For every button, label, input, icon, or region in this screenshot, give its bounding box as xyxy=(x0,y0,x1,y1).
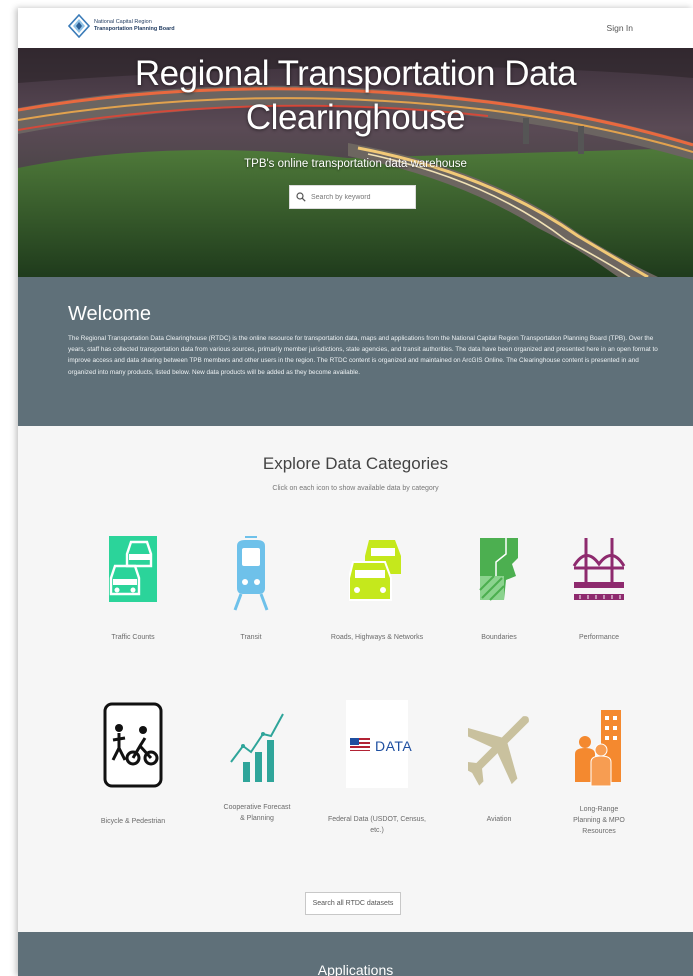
category-long-range-planning[interactable]: Long-Range Planning & MPO Resources xyxy=(544,706,654,837)
welcome-heading: Welcome xyxy=(68,303,151,325)
logo-line2: Transportation Planning Board xyxy=(94,26,175,32)
welcome-body: The Regional Transportation Data Clearin… xyxy=(68,335,658,376)
top-bar: National Capital Region Transportation P… xyxy=(18,8,693,48)
explore-subtitle: Click on each icon to show available dat… xyxy=(272,485,439,492)
category-label: Performance xyxy=(578,634,620,641)
aviation-icon xyxy=(468,716,529,786)
explore-title: Explore Data Categories xyxy=(262,454,449,473)
roads-icon xyxy=(349,540,401,601)
tpb-logo[interactable]: National Capital Region Transportation P… xyxy=(68,14,175,38)
transit-icon xyxy=(233,536,269,611)
category-boundaries[interactable]: Boundaries xyxy=(444,536,554,643)
category-label: Aviation xyxy=(486,816,512,823)
category-transit[interactable]: Transit xyxy=(196,536,306,643)
search-all-datasets-button[interactable]: Search all RTDC datasets xyxy=(305,892,401,915)
hero-banner: Regional Transportation Data Clearinghou… xyxy=(18,48,693,277)
page: National Capital Region Transportation P… xyxy=(18,8,693,976)
search-input[interactable] xyxy=(311,193,411,201)
category-label: Roads, Highways & Networks xyxy=(330,634,424,641)
category-label: Bicycle & Pedestrian xyxy=(100,818,166,825)
applications-section: Applications xyxy=(18,932,693,976)
category-roads-highways-networks[interactable]: Roads, Highways & Networks xyxy=(322,536,432,643)
category-label: Long-Range Planning & MPO Resources xyxy=(573,806,625,835)
boundaries-icon xyxy=(479,538,518,601)
long-range-planning-icon xyxy=(575,710,621,787)
category-traffic-counts[interactable]: Traffic Counts xyxy=(78,536,188,643)
search-icon xyxy=(296,192,306,202)
category-aviation[interactable]: Aviation xyxy=(444,702,554,825)
hero-title-line1: Regional Transportation Data xyxy=(134,54,577,93)
tpb-logo-icon xyxy=(68,14,90,38)
category-label: Traffic Counts xyxy=(111,634,155,641)
category-cooperative-forecast[interactable]: Cooperative Forecast & Planning xyxy=(202,706,312,824)
traffic-counts-icon xyxy=(109,536,157,602)
category-bicycle-pedestrian[interactable]: Bicycle & Pedestrian xyxy=(78,702,188,827)
bicycle-pedestrian-icon xyxy=(103,702,163,788)
applications-heading: Applications xyxy=(317,962,394,976)
category-label: Cooperative Forecast & Planning xyxy=(223,804,291,822)
logo-line1: National Capital Region xyxy=(94,19,152,25)
sign-in-link[interactable]: Sign In xyxy=(607,23,633,33)
category-label: Boundaries xyxy=(481,634,517,641)
category-label: Transit xyxy=(240,634,262,641)
forecast-icon xyxy=(230,713,284,782)
search-box[interactable] xyxy=(289,185,416,209)
category-federal-data[interactable]: DATA Federal Data (USDOT, Census, etc.) xyxy=(322,700,432,836)
logo-text: National Capital Region Transportation P… xyxy=(94,19,175,33)
hero-title-line2: Clearinghouse xyxy=(245,98,466,137)
federal-data-badge: DATA xyxy=(375,738,413,754)
category-performance[interactable]: Performance xyxy=(544,536,654,643)
hero-subtitle: TPB's online transportation data warehou… xyxy=(244,158,467,170)
performance-icon xyxy=(572,538,626,600)
welcome-section: Welcome The Regional Transportation Data… xyxy=(18,277,693,426)
category-label: Federal Data (USDOT, Census, etc.) xyxy=(327,816,427,834)
